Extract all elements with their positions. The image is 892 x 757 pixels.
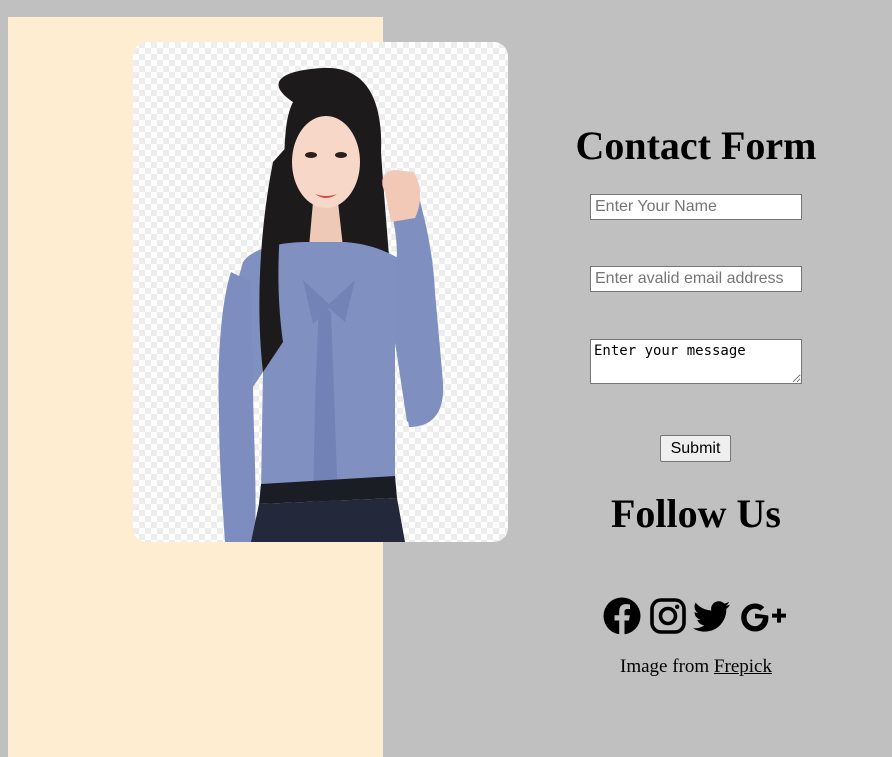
contact-form-title: Contact Form: [575, 123, 817, 168]
image-credit: Image from Frepick: [540, 656, 852, 678]
frepick-link[interactable]: Frepick: [714, 656, 772, 677]
instagram-icon[interactable]: [648, 596, 688, 636]
name-input[interactable]: [590, 194, 802, 220]
facebook-icon[interactable]: [602, 596, 642, 636]
woman-illustration: [218, 67, 444, 542]
woman-photo: [133, 42, 508, 542]
social-links: [602, 596, 792, 636]
submit-button[interactable]: Submit: [660, 435, 731, 462]
twitter-icon[interactable]: [692, 596, 732, 636]
credit-prefix: Image from: [620, 656, 714, 677]
message-textarea[interactable]: [590, 339, 802, 384]
google-plus-icon[interactable]: [740, 596, 786, 636]
page: Contact Form Submit Follow Us: [0, 0, 892, 757]
email-input[interactable]: [590, 266, 802, 292]
follow-us-title: Follow Us: [611, 491, 781, 536]
